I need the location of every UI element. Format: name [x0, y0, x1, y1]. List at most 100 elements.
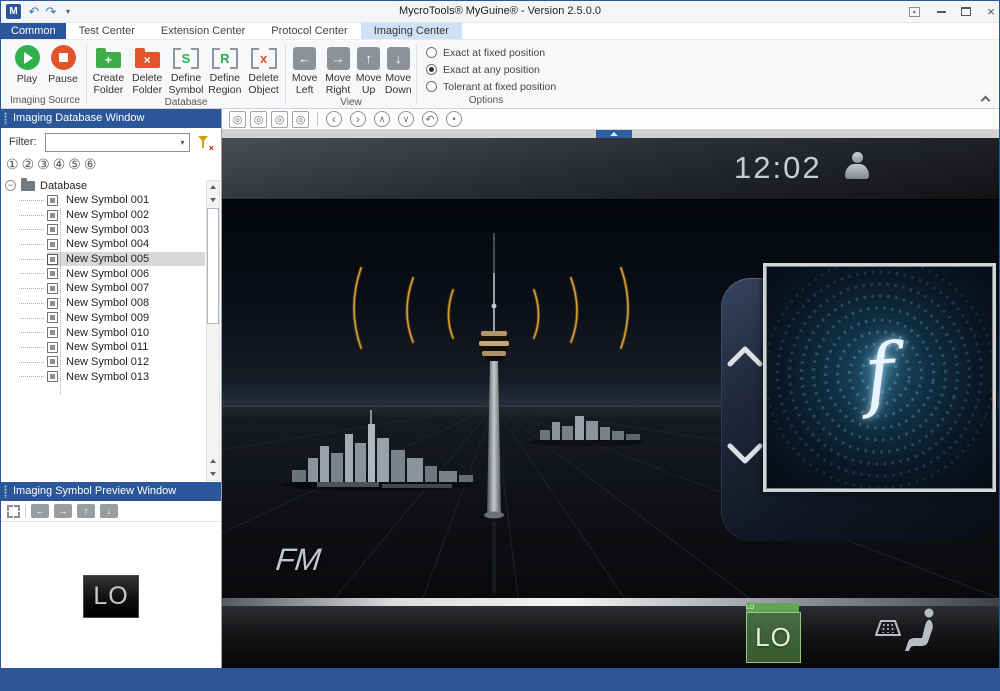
- tree-item[interactable]: New Symbol 003: [47, 222, 205, 237]
- view-mode-3-button[interactable]: [271, 111, 288, 128]
- tree-scrollbar[interactable]: [206, 180, 220, 481]
- scroll-down-icon[interactable]: [207, 194, 219, 206]
- pan-left-button[interactable]: [326, 111, 342, 127]
- delete-object-button[interactable]: x Delete Object: [245, 43, 282, 96]
- play-button[interactable]: Play: [10, 43, 44, 85]
- define-symbol-label-2: Symbol: [168, 85, 203, 96]
- fit-to-window-icon[interactable]: [7, 505, 20, 518]
- pan-down-button[interactable]: [398, 111, 414, 127]
- center-view-button[interactable]: [446, 111, 462, 127]
- scroll-down-icon[interactable]: [207, 468, 219, 480]
- status-bar: [1, 668, 999, 690]
- preview-move-left-button[interactable]: [31, 504, 49, 518]
- view-mode-2-button[interactable]: [250, 111, 267, 128]
- tree-item[interactable]: New Symbol 001: [47, 193, 205, 208]
- collapse-ribbon-icon[interactable]: [981, 94, 989, 102]
- tab-extension-center[interactable]: Extension Center: [148, 23, 258, 39]
- maximize-button[interactable]: [956, 3, 976, 20]
- tv-tower: [479, 233, 509, 593]
- tree-item-label: New Symbol 012: [63, 356, 152, 368]
- view-mode-1-button[interactable]: [229, 111, 246, 128]
- match-overlay-region[interactable]: LO: [746, 612, 801, 663]
- tree-item[interactable]: New Symbol 006: [47, 266, 205, 281]
- define-symbol-button[interactable]: S Define Symbol: [168, 43, 205, 96]
- application-window: M MycroTools® MyGuine® - Version 2.5.0.0…: [0, 0, 1000, 691]
- collapse-panel-tab[interactable]: [596, 130, 632, 138]
- tree-item-label: New Symbol 009: [63, 312, 152, 324]
- tree-item[interactable]: New Symbol 013: [47, 369, 205, 384]
- undo-icon[interactable]: [26, 3, 42, 20]
- view-mode-4-button[interactable]: [292, 111, 309, 128]
- pause-label: Pause: [48, 74, 78, 85]
- page-5-button[interactable]: ⑤: [68, 156, 81, 172]
- move-left-button[interactable]: Move Left: [289, 43, 320, 96]
- scroll-up-icon[interactable]: [207, 181, 219, 193]
- filter-input[interactable]: [45, 133, 190, 152]
- define-region-button[interactable]: R Define Region: [206, 43, 243, 96]
- quick-access-dropdown-icon[interactable]: [60, 3, 76, 20]
- page-1-button[interactable]: ①: [6, 156, 19, 172]
- page-3-button[interactable]: ③: [37, 156, 50, 172]
- tree-item[interactable]: New Symbol 008: [47, 296, 205, 311]
- chevron-down-icon[interactable]: [176, 134, 189, 151]
- redo-icon[interactable]: [43, 3, 59, 20]
- pan-right-button[interactable]: [350, 111, 366, 127]
- filter-label: Filter:: [9, 136, 37, 148]
- page-4-button[interactable]: ④: [53, 156, 66, 172]
- pan-up-button[interactable]: [374, 111, 390, 127]
- imaging-symbol-preview-window-header[interactable]: Imaging Symbol Preview Window: [1, 482, 221, 501]
- tab-test-center[interactable]: Test Center: [66, 23, 148, 39]
- collapse-icon[interactable]: [5, 180, 16, 191]
- tree-item[interactable]: New Symbol 004: [47, 237, 205, 252]
- page-6-button[interactable]: ⑥: [84, 156, 97, 172]
- reset-view-button[interactable]: [422, 111, 438, 127]
- option-tolerant-fixed-position[interactable]: Tolerant at fixed position: [426, 81, 546, 93]
- option-exact-any-position[interactable]: Exact at any position: [426, 64, 546, 76]
- tree-item[interactable]: New Symbol 012: [47, 355, 205, 370]
- move-up-button[interactable]: Move Up: [356, 43, 382, 96]
- chevron-down-icon[interactable]: [725, 440, 765, 468]
- move-down-button[interactable]: Move Down: [384, 43, 414, 96]
- define-region-label-2: Region: [208, 85, 241, 96]
- close-button[interactable]: [981, 3, 1000, 20]
- minimize-button[interactable]: [931, 3, 951, 20]
- delete-folder-button[interactable]: × Delete Folder: [129, 43, 166, 96]
- tree-item-selected[interactable]: New Symbol 005: [47, 252, 205, 267]
- tab-imaging-center[interactable]: Imaging Center: [361, 23, 462, 39]
- tree-item[interactable]: New Symbol 002: [47, 208, 205, 223]
- pause-button[interactable]: Pause: [46, 43, 80, 85]
- clear-filter-icon[interactable]: [197, 135, 213, 150]
- scrollbar-thumb[interactable]: [207, 208, 219, 324]
- symbol-preview-image: LO: [83, 575, 139, 618]
- titlebar: M MycroTools® MyGuine® - Version 2.5.0.0: [1, 1, 999, 23]
- page-2-button[interactable]: ②: [22, 156, 35, 172]
- tab-protocol-center[interactable]: Protocol Center: [258, 23, 360, 39]
- move-right-button[interactable]: Move Right: [322, 43, 353, 96]
- toolbar-separator: [25, 504, 26, 518]
- delete-object-label-2: Object: [248, 85, 278, 96]
- person-icon: [844, 152, 870, 188]
- move-down-label-2: Down: [385, 85, 412, 96]
- tree-item[interactable]: New Symbol 010: [47, 325, 205, 340]
- tree-item[interactable]: New Symbol 011: [47, 340, 205, 355]
- group-separator: [285, 44, 286, 104]
- tree-root-database[interactable]: Database: [5, 178, 205, 193]
- option-exact-fixed-position[interactable]: Exact at fixed position: [426, 47, 546, 59]
- preview-move-right-button[interactable]: [54, 504, 72, 518]
- tab-common[interactable]: Common: [1, 23, 66, 39]
- seat-icon: [903, 606, 939, 659]
- pin-panel-button[interactable]: [904, 3, 924, 20]
- tree-item[interactable]: New Symbol 009: [47, 311, 205, 326]
- radio-icon: [426, 81, 437, 92]
- group-view: Move Left Move Right Move Up Move Down: [287, 40, 415, 108]
- create-folder-button[interactable]: + Create Folder: [90, 43, 127, 96]
- preview-move-up-button[interactable]: [77, 504, 95, 518]
- imaging-database-window-header[interactable]: Imaging Database Window: [1, 109, 221, 128]
- scroll-up-icon[interactable]: [207, 455, 219, 467]
- left-city: [282, 410, 473, 491]
- chevron-up-icon[interactable]: [725, 342, 765, 370]
- preview-move-down-button[interactable]: [100, 504, 118, 518]
- splitter-strip: [222, 130, 999, 138]
- tree-item[interactable]: New Symbol 007: [47, 281, 205, 296]
- create-folder-icon: +: [96, 52, 121, 68]
